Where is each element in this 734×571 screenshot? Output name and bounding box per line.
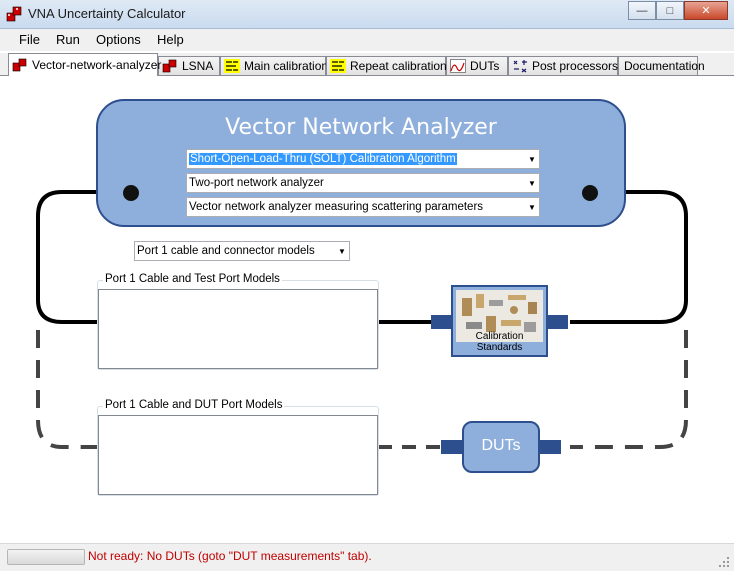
chevron-down-icon: ▼ <box>528 178 536 188</box>
calibration-standards-block[interactable]: Calibration Standards <box>451 285 548 357</box>
chevron-down-icon: ▼ <box>338 246 346 256</box>
analyzer-type-value: Two-port network analyzer <box>189 177 324 189</box>
dut-port-model-list[interactable] <box>98 415 378 495</box>
chevron-down-icon: ▼ <box>528 202 536 212</box>
calibration-algorithm-value: Short-Open-Load-Thru (SOLT) Calibration … <box>189 153 457 165</box>
port1-model-select[interactable]: Port 1 cable and connector models ▼ <box>134 241 350 261</box>
dut-dashed-right <box>570 330 688 449</box>
vna-block: Vector Network Analyzer Short-Open-Load-… <box>96 99 626 227</box>
progress-bar <box>7 549 85 565</box>
app-window: VNA Uncertainty Calculator — □ ✕ File Ru… <box>0 0 734 571</box>
dut-connector-left <box>441 440 462 454</box>
cal-connector-right <box>548 315 568 329</box>
dut-connector-right <box>540 440 561 454</box>
group-label: Port 1 Cable and Test Port Models <box>103 273 282 285</box>
vna-icon <box>12 58 27 72</box>
dut-dashed-left <box>36 330 98 449</box>
resize-grip-icon[interactable] <box>718 556 730 568</box>
test-port-model-list[interactable] <box>98 289 378 369</box>
tab-label: Vector-network-analyzer <box>32 58 162 72</box>
port1-test-port-group: Port 1 Cable and Test Port Models <box>97 273 379 370</box>
chevron-down-icon: ▼ <box>528 154 536 164</box>
status-bar: Not ready: No DUTs (goto "DUT measuremen… <box>0 543 734 571</box>
vna-title: Vector Network Analyzer <box>225 115 497 140</box>
port1-dut-port-group: Port 1 Cable and DUT Port Models <box>97 399 379 496</box>
cal-connector-left <box>431 315 451 329</box>
analyzer-type-select[interactable]: Two-port network analyzer ▼ <box>186 173 540 193</box>
duts-block[interactable]: DUTs <box>462 421 540 473</box>
port1-model-value: Port 1 cable and connector models <box>137 245 315 257</box>
measurement-mode-select[interactable]: Vector network analyzer measuring scatte… <box>186 197 540 217</box>
port2-connector-icon <box>582 185 598 201</box>
status-message: Not ready: No DUTs (goto "DUT measuremen… <box>88 549 372 563</box>
calibration-standards-label: Calibration Standards <box>475 331 524 353</box>
group-label: Port 1 Cable and DUT Port Models <box>103 399 285 411</box>
tab-vector-network-analyzer[interactable]: Vector-network-analyzer <box>8 53 162 76</box>
calibration-algorithm-select[interactable]: Short-Open-Load-Thru (SOLT) Calibration … <box>186 149 540 169</box>
port1-connector-icon <box>123 185 139 201</box>
measurement-mode-value: Vector network analyzer measuring scatte… <box>189 201 484 213</box>
duts-label: DUTs <box>481 437 521 454</box>
